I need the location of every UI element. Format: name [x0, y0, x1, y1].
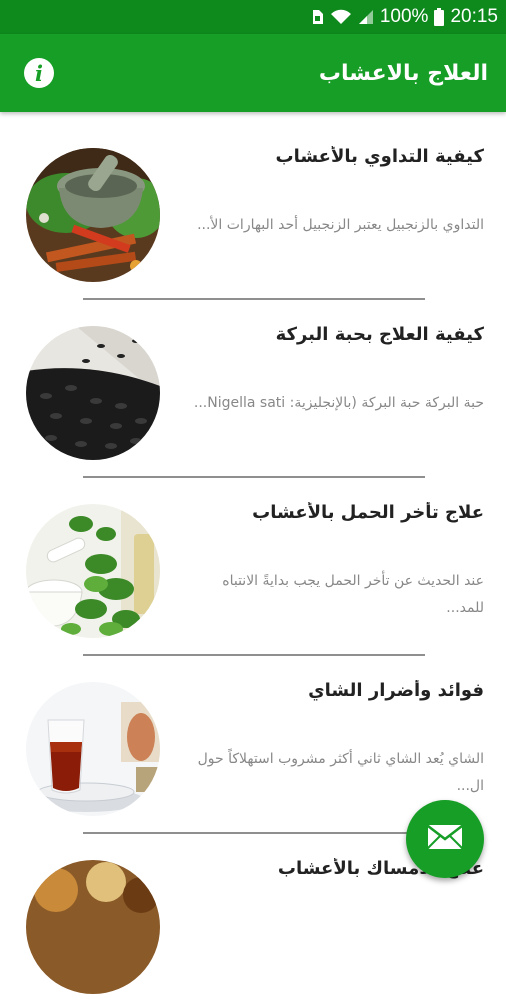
contact-button[interactable]: [406, 800, 484, 878]
app-title: العلاج بالاعشاب: [318, 60, 488, 86]
battery-icon: [434, 8, 445, 26]
info-icon: i: [35, 60, 43, 86]
spices-image: [26, 860, 160, 994]
envelope-icon: [427, 824, 463, 854]
status-bar: 100% 20:15: [0, 0, 506, 34]
sim-icon: [310, 9, 324, 25]
item-title: فوائد وأضرار الشاي: [308, 680, 484, 701]
mint-mortar-image: [26, 504, 160, 638]
battery-level: 100%: [379, 6, 429, 27]
black-seeds-image: [26, 326, 160, 460]
list-item[interactable]: علاج تأخر الحمل بالأعشاب عند الحديث عن ت…: [0, 468, 506, 656]
wifi-icon: [330, 9, 352, 25]
item-description: الشاي يُعد الشاي ثاني أكثر مشروب استهلاك…: [197, 751, 484, 794]
list-item[interactable]: كيفية العلاج بحبة البركة حبة البركة حبة …: [0, 290, 506, 478]
item-description: التداوي بالزنجبيل يعتبر الزنجبيل أحد الب…: [197, 217, 484, 233]
item-description: حبة البركة حبة البركة (بالإنجليزية: Nige…: [193, 395, 484, 411]
list-item[interactable]: فوائد وأضرار الشاي الشاي يُعد الشاي ثاني…: [0, 646, 506, 834]
herbs-mortar-image: [26, 148, 160, 282]
tea-glass-image: [26, 682, 160, 816]
item-title: كيفية التداوي بالأعشاب: [275, 146, 484, 167]
list-item[interactable]: كيفية التداوي بالأعشاب التداوي بالزنجبيل…: [0, 112, 506, 300]
signal-icon: [358, 9, 374, 25]
item-title: كيفية العلاج بحبة البركة: [275, 324, 484, 345]
item-description: عند الحديث عن تأخر الحمل يجب بدايةً الان…: [222, 573, 484, 616]
clock: 20:15: [450, 6, 498, 27]
item-title: علاج تأخر الحمل بالأعشاب: [252, 502, 484, 523]
app-bar: i العلاج بالاعشاب: [0, 34, 506, 112]
info-button[interactable]: i: [24, 58, 54, 88]
